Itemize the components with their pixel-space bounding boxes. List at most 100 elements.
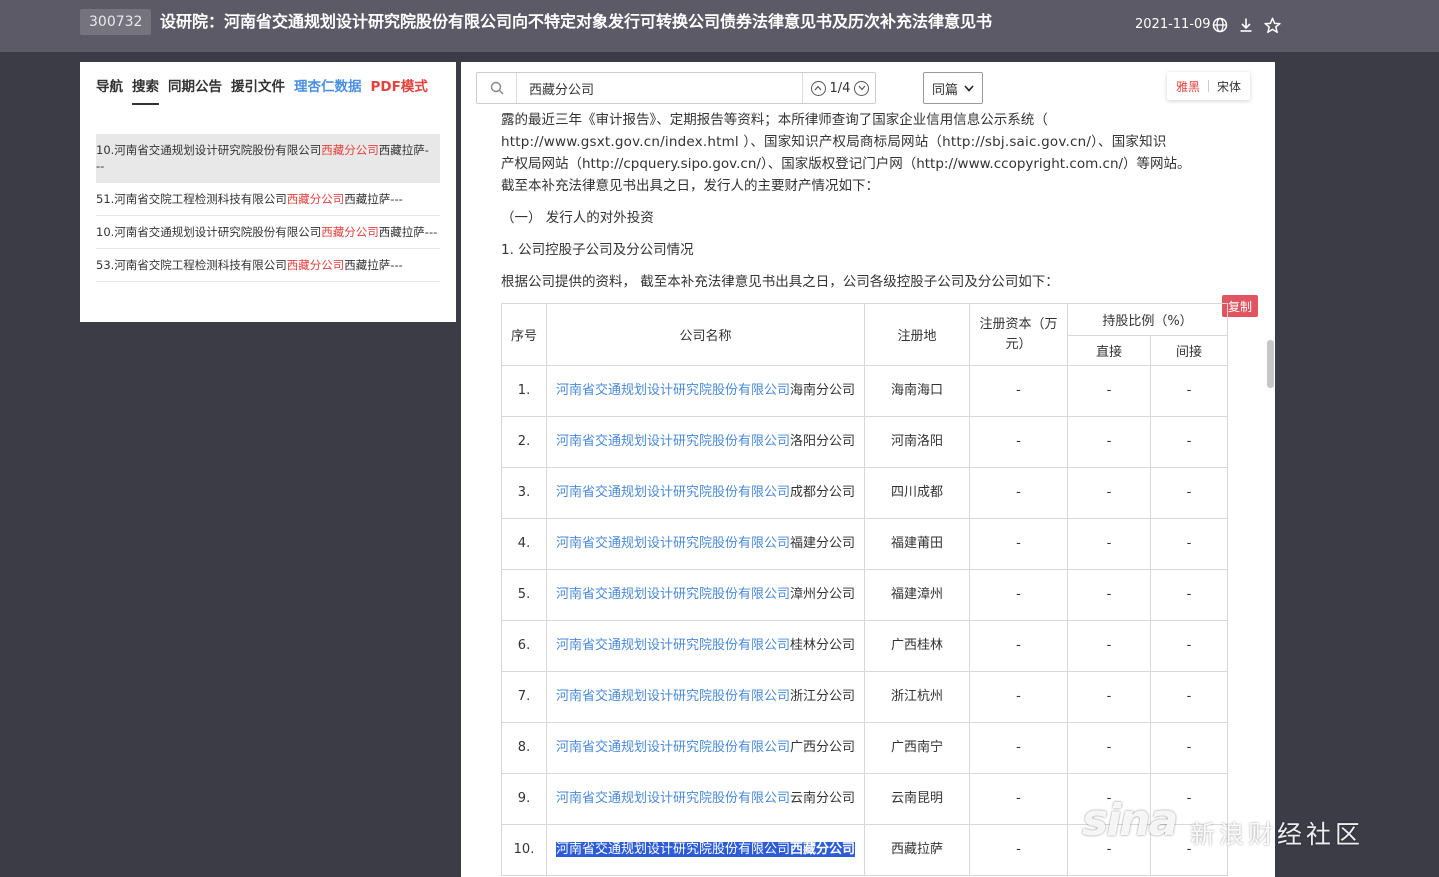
table-row: 9. 河南省交通规划设计研究院股份有限公司云南分公司 云南昆明 - - - <box>501 773 1229 825</box>
document-date: 2021-11-09 <box>1135 17 1211 32</box>
registered-place: 西藏拉萨 <box>864 824 970 876</box>
search-scope-value: 同篇 <box>932 82 959 98</box>
table-row: 3. 河南省交通规划设计研究院股份有限公司成都分公司 四川成都 - - - <box>501 467 1229 519</box>
tab-search[interactable]: 搜索 <box>132 75 159 105</box>
direct-ratio: - <box>1067 620 1151 672</box>
branch-name: 西藏分公司 <box>790 842 856 857</box>
company-link[interactable]: 河南省交通规划设计研究院股份有限公司 <box>556 791 790 806</box>
selected-match-text[interactable]: 河南省交通规划设计研究院股份有限公司西藏分公司 <box>555 842 856 857</box>
row-no: 1. <box>501 365 547 417</box>
registered-place: 福建漳州 <box>864 569 970 621</box>
company-link[interactable]: 河南省交通规划设计研究院股份有限公司 <box>556 740 790 755</box>
tab-navigation[interactable]: 导航 <box>96 75 123 105</box>
company-link[interactable]: 河南省交通规划设计研究院股份有限公司 <box>556 485 790 500</box>
header-direct: 直接 <box>1067 335 1151 366</box>
indirect-ratio: - <box>1149 722 1229 774</box>
registered-capital: - <box>969 467 1068 519</box>
company-link[interactable]: 河南省交通规划设计研究院股份有限公司 <box>556 434 790 449</box>
tab-concurrent-announcements[interactable]: 同期公告 <box>168 75 222 105</box>
paragraph-line: 露的最近三年《审计报告》、定期报告等资料；本所律师查询了国家企业信用信息公示系统… <box>501 112 1048 128</box>
table-row: 2. 河南省交通规划设计研究院股份有限公司洛阳分公司 河南洛阳 - - - <box>501 416 1229 468</box>
download-icon[interactable] <box>1236 15 1256 35</box>
registered-place: 浙江杭州 <box>864 671 970 723</box>
header-registered-capital: 注册资本（万元） <box>969 303 1068 366</box>
previous-match-button[interactable] <box>810 80 826 96</box>
stock-code-badge: 300732 <box>80 9 152 35</box>
table-row: 7. 河南省交通规划设计研究院股份有限公司浙江分公司 浙江杭州 - - - <box>501 671 1229 723</box>
direct-ratio: - <box>1067 365 1151 417</box>
table-row-selected: 10. 河南省交通规划设计研究院股份有限公司西藏分公司 西藏拉萨 - - - <box>501 824 1229 876</box>
registered-place: 云南昆明 <box>864 773 970 825</box>
company-link[interactable]: 河南省交通规划设计研究院股份有限公司 <box>556 638 790 653</box>
font-song-button[interactable]: 宋体 <box>1217 78 1241 95</box>
row-no: 7. <box>501 671 547 723</box>
company-name-cell: 河南省交通规划设计研究院股份有限公司成都分公司 <box>546 467 865 519</box>
indirect-ratio: - <box>1149 365 1229 417</box>
row-no: 6. <box>501 620 547 672</box>
company-name-cell: 河南省交通规划设计研究院股份有限公司漳州分公司 <box>546 569 865 621</box>
company-link[interactable]: 河南省交通规划设计研究院股份有限公司 <box>556 383 790 398</box>
company-name-cell: 河南省交通规划设计研究院股份有限公司广西分公司 <box>546 722 865 774</box>
direct-ratio: - <box>1067 467 1151 519</box>
company-name-cell: 河南省交通规划设计研究院股份有限公司海南分公司 <box>546 365 865 417</box>
search-icon[interactable] <box>477 73 517 103</box>
company-name-cell: 河南省交通规划设计研究院股份有限公司桂林分公司 <box>546 620 865 672</box>
indirect-ratio: - <box>1149 569 1229 621</box>
header-registered-place: 注册地 <box>864 303 970 366</box>
tab-cited-files[interactable]: 援引文件 <box>231 75 285 105</box>
search-result-item[interactable]: 10.河南省交通规划设计研究院股份有限公司西藏分公司西藏拉萨--- <box>96 134 440 183</box>
tab-pdf-mode[interactable]: PDF模式 <box>371 75 428 105</box>
company-link[interactable]: 河南省交通规划设计研究院股份有限公司 <box>556 689 790 704</box>
search-result-item[interactable]: 10.河南省交通规划设计研究院股份有限公司西藏分公司西藏拉萨--- <box>96 216 440 249</box>
search-box: 1/4 <box>476 72 876 104</box>
branch-name: 广西分公司 <box>790 740 856 755</box>
registered-place: 四川成都 <box>864 467 970 519</box>
table-row: 6. 河南省交通规划设计研究院股份有限公司桂林分公司 广西桂林 - - - <box>501 620 1229 672</box>
header-no: 序号 <box>501 303 547 366</box>
search-result-item[interactable]: 51.河南省交院工程检测科技有限公司西藏分公司西藏拉萨--- <box>96 183 440 216</box>
direct-ratio: - <box>1067 518 1151 570</box>
globe-icon[interactable] <box>1210 15 1230 35</box>
table-row: 8. 河南省交通规划设计研究院股份有限公司广西分公司 广西南宁 - - - <box>501 722 1229 774</box>
company-name-cell: 河南省交通规划设计研究院股份有限公司福建分公司 <box>546 518 865 570</box>
company-link[interactable]: 河南省交通规划设计研究院股份有限公司 <box>556 842 790 857</box>
indirect-ratio: - <box>1149 467 1229 519</box>
registered-capital: - <box>969 773 1068 825</box>
table-intro: 根据公司提供的资料， 截至本补充法律意见书出具之日，公司各级控股子公司及分公司如… <box>501 274 1059 290</box>
header-shareholding-ratio: 持股比例（%） <box>1066 303 1229 336</box>
registered-capital: - <box>969 365 1068 417</box>
star-icon[interactable] <box>1262 15 1282 35</box>
table-row: 5. 河南省交通规划设计研究院股份有限公司漳州分公司 福建漳州 - - - <box>501 569 1229 621</box>
search-result-nav: 1/4 <box>802 73 877 103</box>
next-match-button[interactable] <box>854 80 870 96</box>
direct-ratio: - <box>1067 773 1151 825</box>
paragraph-line: 产权局网站（http://cpquery.sipo.gov.cn/）、国家版权登… <box>501 156 1191 172</box>
table-row: 1. 河南省交通规划设计研究院股份有限公司海南分公司 海南海口 - - - <box>501 365 1229 417</box>
header-company-name: 公司名称 <box>546 303 865 366</box>
divider <box>1208 80 1210 92</box>
font-yahei-button[interactable]: 雅黑 <box>1176 78 1200 95</box>
tab-lixinger-data[interactable]: 理杏仁数据 <box>294 75 362 105</box>
indirect-ratio: - <box>1149 620 1229 672</box>
registered-capital: - <box>969 620 1068 672</box>
registered-capital: - <box>969 722 1068 774</box>
document-scrollbar[interactable] <box>1267 340 1274 388</box>
row-no: 4. <box>501 518 547 570</box>
company-link[interactable]: 河南省交通规划设计研究院股份有限公司 <box>556 587 790 602</box>
table-row: 4. 河南省交通规划设计研究院股份有限公司福建分公司 福建莆田 - - - <box>501 518 1229 570</box>
search-result-item[interactable]: 53.河南省交院工程检测科技有限公司西藏分公司西藏拉萨--- <box>96 249 440 282</box>
top-bar: 300732 设研院：河南省交通规划设计研究院股份有限公司向不特定对象发行可转换… <box>0 0 1439 52</box>
document-title: 设研院：河南省交通规划设计研究院股份有限公司向不特定对象发行可转换公司债券法律意… <box>160 12 993 31</box>
indirect-ratio: - <box>1149 824 1229 876</box>
company-name-cell: 河南省交通规划设计研究院股份有限公司云南分公司 <box>546 773 865 825</box>
direct-ratio: - <box>1067 671 1151 723</box>
search-input[interactable] <box>529 77 799 99</box>
font-switch: 雅黑 宋体 <box>1167 72 1251 100</box>
registered-capital: - <box>969 671 1068 723</box>
branch-name: 福建分公司 <box>790 536 856 551</box>
match-counter: 1/4 <box>829 80 851 96</box>
left-panel: 导航 搜索 同期公告 援引文件 理杏仁数据 PDF模式 10.河南省交通规划设计… <box>80 62 456 322</box>
registered-capital: - <box>969 569 1068 621</box>
search-scope-select[interactable]: 同篇 <box>923 72 983 104</box>
company-link[interactable]: 河南省交通规划设计研究院股份有限公司 <box>556 536 790 551</box>
